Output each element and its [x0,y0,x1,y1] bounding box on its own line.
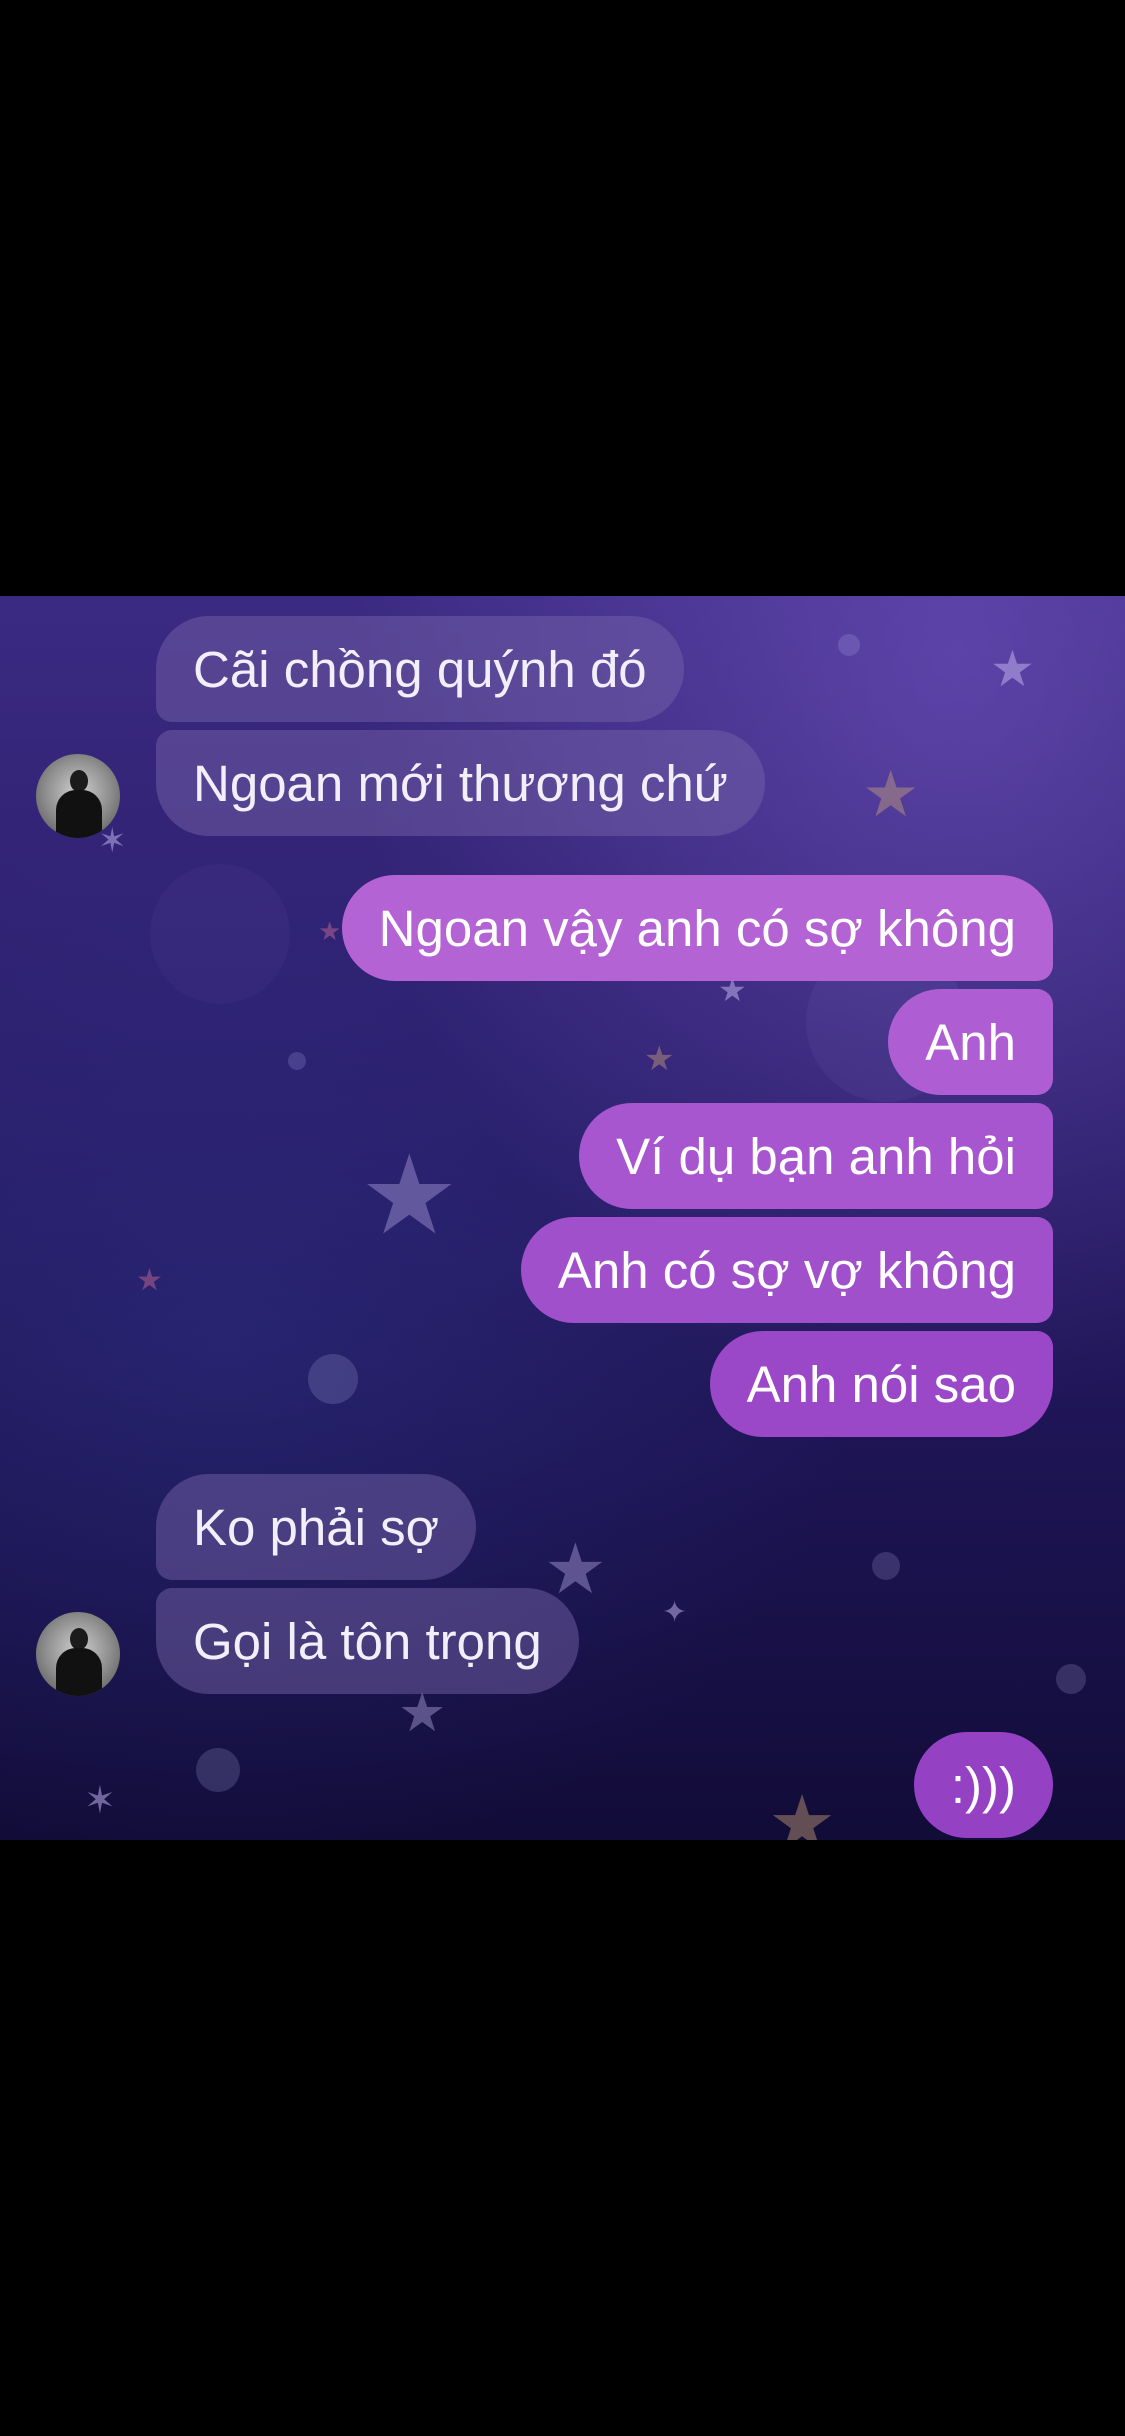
bokeh-decoration [1056,1664,1086,1694]
star-decoration: ★ [862,758,920,830]
star-decoration: ★ [318,916,342,946]
star-decoration: ★ [644,1040,675,1078]
outgoing-message[interactable]: Anh [888,989,1053,1095]
star-decoration: ★ [136,1264,163,1297]
bokeh-decoration [308,1354,358,1404]
outgoing-message[interactable]: Anh có sợ vợ không [520,1217,1053,1323]
star-decoration: ✦ [662,1596,688,1629]
bokeh-decoration [288,1052,306,1070]
bokeh-decoration [150,864,290,1004]
star-decoration: ★ [990,641,1035,697]
bokeh-decoration [196,1748,240,1792]
incoming-message[interactable]: Ko phải sợ [156,1474,477,1580]
outgoing-message[interactable]: Ví dụ bạn anh hỏi [579,1103,1053,1209]
bokeh-decoration [872,1552,900,1580]
chat-thread[interactable]: ★ ★ ✶ ★ ★ ★ ★ ★ ✦ ★ ✶ ★ ★ Cãi chồng quýn… [0,596,1125,1840]
person-silhouette-icon [56,790,102,838]
star-decoration: ★ [398,1683,447,1743]
contact-avatar[interactable] [36,1612,120,1696]
incoming-message[interactable]: Cãi chồng quýnh đó [156,616,684,722]
incoming-message[interactable]: Ngoan mới thương chứ [156,730,765,836]
star-decoration: ★ [768,1781,837,1841]
star-decoration: ★ [360,1134,459,1257]
person-silhouette-icon [56,1648,102,1696]
person-silhouette-icon [70,770,88,792]
bokeh-decoration [838,634,860,656]
star-decoration: ✶ [84,1780,116,1822]
person-silhouette-icon [70,1628,88,1650]
outgoing-message[interactable]: Ngoan vậy anh có sợ không [341,875,1053,981]
star-decoration: ★ [544,1530,607,1608]
outgoing-message[interactable]: :))) [913,1732,1053,1838]
outgoing-message[interactable]: Anh nói sao [709,1331,1053,1437]
incoming-message[interactable]: Gọi là tôn trọng [156,1588,579,1694]
contact-avatar[interactable] [36,754,120,838]
